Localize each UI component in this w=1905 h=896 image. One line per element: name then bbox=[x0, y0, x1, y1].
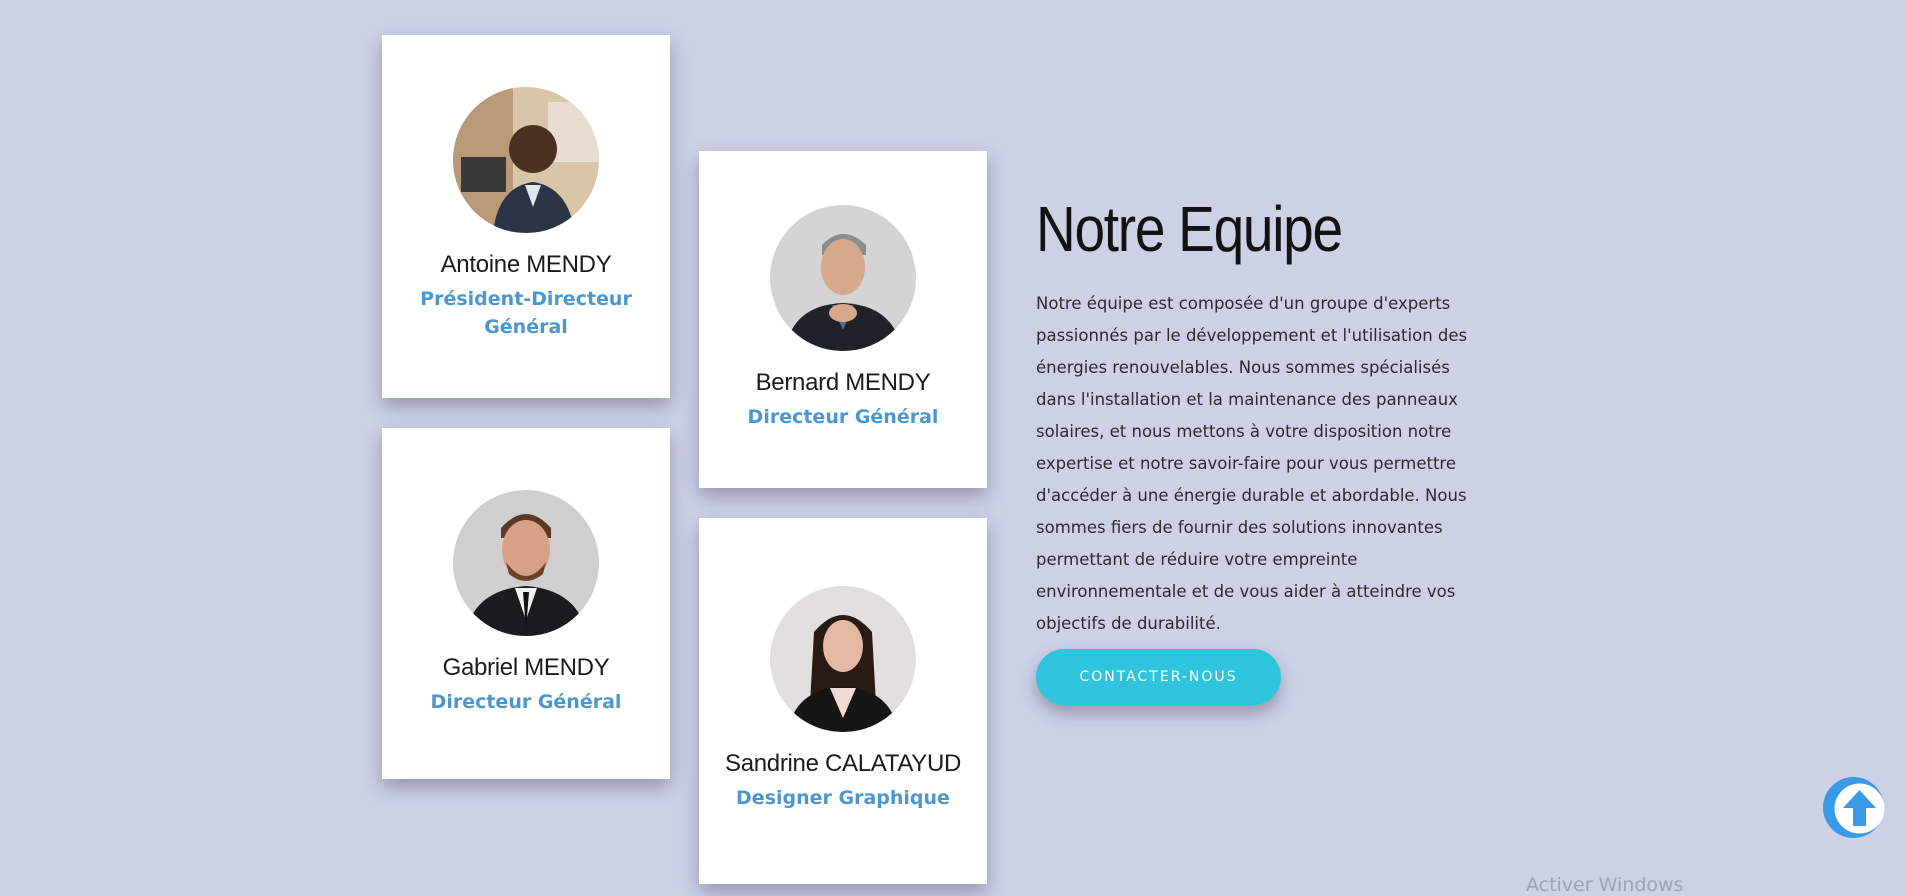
member-photo bbox=[770, 586, 916, 732]
team-card-sandrine: Sandrine CALATAYUD Designer Graphique bbox=[699, 518, 987, 884]
windows-activation-watermark: Activer Windows bbox=[1526, 874, 1684, 896]
team-card-gabriel: Gabriel MENDY Directeur Général bbox=[382, 428, 670, 779]
team-card-bernard: Bernard MENDY Directeur Général bbox=[699, 151, 987, 488]
member-name: Gabriel MENDY bbox=[442, 654, 610, 681]
member-role: Directeur Général bbox=[430, 691, 622, 713]
team-intro: Notre Equipe Notre équipe est composée d… bbox=[1036, 192, 1476, 640]
contact-button[interactable]: CONTACTER-NOUS bbox=[1036, 649, 1281, 705]
scroll-to-top-button[interactable] bbox=[1823, 777, 1885, 838]
section-description: Notre équipe est composée d'un groupe d'… bbox=[1036, 294, 1468, 633]
arrow-up-icon bbox=[1834, 783, 1885, 834]
member-photo bbox=[770, 205, 916, 351]
member-role: Designer Graphique bbox=[736, 787, 950, 809]
team-card-antoine: Antoine MENDY Président-Directeur Généra… bbox=[382, 35, 670, 398]
member-role: Président-Directeur Général bbox=[420, 288, 632, 338]
member-photo bbox=[453, 490, 599, 636]
member-name: Sandrine CALATAYUD bbox=[724, 750, 962, 777]
member-photo bbox=[453, 87, 599, 233]
member-name: Bernard MENDY bbox=[755, 369, 931, 396]
member-name: Antoine MENDY bbox=[440, 251, 612, 278]
section-title: Notre Equipe bbox=[1036, 193, 1343, 265]
member-role: Directeur Général bbox=[747, 406, 939, 428]
